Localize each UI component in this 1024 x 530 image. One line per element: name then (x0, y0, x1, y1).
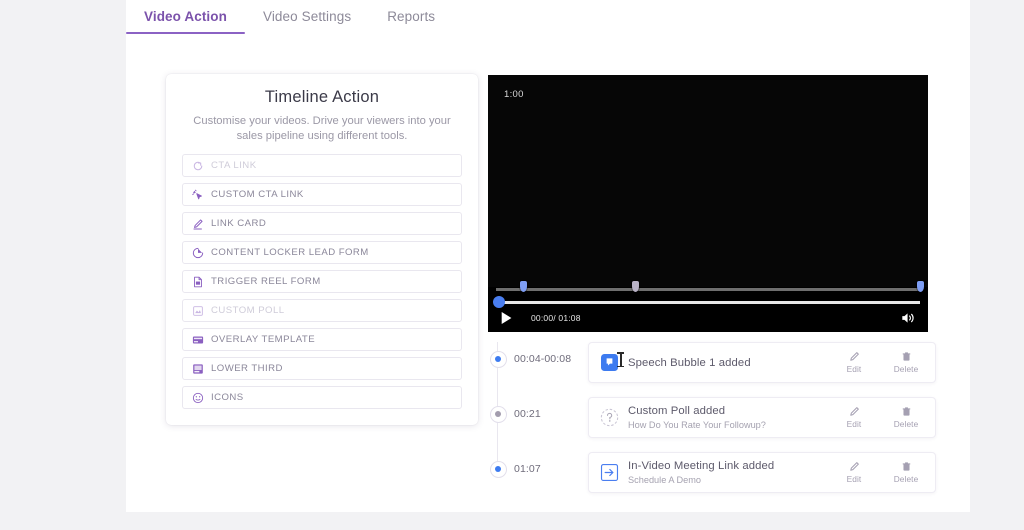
speech-bubble-icon (599, 353, 619, 373)
event-row: 01:07 In-Video Meeting Link added Schedu… (488, 446, 936, 501)
edit-button[interactable]: Edit (837, 406, 871, 429)
arrow-into-box-icon (599, 463, 619, 483)
delete-button[interactable]: Delete (889, 351, 923, 374)
tab-bar: Video Action Video Settings Reports (126, 0, 453, 34)
edit-label: Edit (846, 419, 862, 429)
edit-button[interactable]: Edit (837, 461, 871, 484)
pencil-icon (849, 461, 860, 472)
timeline-marker[interactable] (916, 281, 924, 292)
event-text: Custom Poll added How Do You Rate Your F… (628, 404, 837, 432)
timeline-marker[interactable] (520, 281, 528, 292)
volume-on-icon[interactable] (901, 311, 916, 325)
event-actions: Edit Delete (837, 406, 923, 429)
action-tool-list: CTA LINK CUSTOM CTA LINK LINK CARD CONTE… (182, 154, 462, 409)
trigger-reel-icon (192, 276, 204, 288)
event-subtitle: How Do You Rate Your Followup? (628, 419, 766, 430)
action-item-label: CUSTOM CTA LINK (211, 189, 304, 200)
action-item-lower-third[interactable]: LOWER THIRD (182, 357, 462, 380)
content-locker-icon (192, 247, 204, 259)
timeline-action-card: Timeline Action Customise your videos. D… (166, 74, 478, 425)
event-marker-dot[interactable] (488, 404, 508, 424)
custom-poll-icon (192, 305, 204, 317)
link-card-icon (192, 218, 204, 230)
marker-rail (496, 288, 920, 291)
action-item-icons[interactable]: ICONS (182, 386, 462, 409)
event-time: 00:04-00:08 (514, 353, 572, 365)
video-stage[interactable]: 1:00 (488, 75, 928, 287)
action-item-cta-link[interactable]: CTA LINK (182, 154, 462, 177)
content-panel: Video Action Video Settings Reports Time… (126, 0, 970, 512)
player-controls: 00:00/ 01:08 (488, 304, 928, 332)
event-title: In-Video Meeting Link added (628, 459, 775, 472)
event-actions: Edit Delete (837, 351, 923, 374)
timeline-action-subtitle: Customise your videos. Drive your viewer… (193, 115, 451, 142)
delete-button[interactable]: Delete (889, 406, 923, 429)
delete-button[interactable]: Delete (889, 461, 923, 484)
marker-track (488, 281, 928, 295)
action-item-link-card[interactable]: LINK CARD (182, 212, 462, 235)
icons-icon (192, 392, 204, 404)
action-item-label: ICONS (211, 392, 244, 403)
event-time: 01:07 (514, 463, 541, 475)
event-subtitle: Schedule A Demo (628, 474, 702, 485)
event-row: 00:04-00:08 Speech Bubble 1 added Edit D… (488, 336, 936, 391)
cta-link-icon (192, 160, 204, 172)
action-item-label: CUSTOM POLL (211, 305, 285, 316)
overlay-template-icon (192, 334, 204, 346)
action-item-label: CTA LINK (211, 160, 257, 171)
action-item-custom-poll[interactable]: CUSTOM POLL (182, 299, 462, 322)
custom-cta-link-icon (192, 189, 204, 201)
pencil-icon (849, 351, 860, 362)
trash-icon (901, 406, 912, 417)
event-marker-dot[interactable] (488, 349, 508, 369)
edit-label: Edit (846, 474, 862, 484)
event-text: In-Video Meeting Link added Schedule A D… (628, 459, 837, 487)
player-time-label: 00:00/ 01:08 (531, 313, 581, 323)
question-mark-icon (599, 408, 619, 428)
event-card[interactable]: Custom Poll added How Do You Rate Your F… (588, 397, 936, 438)
event-card[interactable]: In-Video Meeting Link added Schedule A D… (588, 452, 936, 493)
action-item-label: OVERLAY TEMPLATE (211, 334, 316, 345)
delete-label: Delete (893, 419, 919, 429)
video-overlay-timestamp: 1:00 (504, 89, 524, 100)
event-title: Custom Poll added (628, 404, 726, 417)
pencil-icon (849, 406, 860, 417)
play-icon[interactable] (500, 311, 513, 325)
action-item-label: TRIGGER REEL FORM (211, 276, 321, 287)
trash-icon (901, 461, 912, 472)
event-actions: Edit Delete (837, 461, 923, 484)
edit-button[interactable]: Edit (837, 351, 871, 374)
action-item-content-locker-lead-form[interactable]: CONTENT LOCKER LEAD FORM (182, 241, 462, 264)
action-item-label: LOWER THIRD (211, 363, 283, 374)
event-marker-dot[interactable] (488, 459, 508, 479)
lower-third-icon (192, 363, 204, 375)
action-item-label: LINK CARD (211, 218, 267, 229)
event-text: Speech Bubble 1 added (628, 356, 837, 370)
edit-label: Edit (846, 364, 862, 374)
event-timeline-list: 00:04-00:08 Speech Bubble 1 added Edit D… (488, 336, 936, 501)
action-item-custom-cta-link[interactable]: CUSTOM CTA LINK (182, 183, 462, 206)
delete-label: Delete (893, 474, 919, 484)
action-item-label: CONTENT LOCKER LEAD FORM (211, 247, 369, 258)
timeline-action-title: Timeline Action (264, 88, 380, 106)
event-row: 00:21 Custom Poll added How Do You Rate … (488, 391, 936, 446)
event-time: 00:21 (514, 408, 541, 420)
delete-label: Delete (893, 364, 919, 374)
video-player[interactable]: 1:00 00:00/ 01:08 (488, 75, 928, 332)
tab-reports[interactable]: Reports (369, 0, 453, 34)
event-card[interactable]: Speech Bubble 1 added Edit Delete (588, 342, 936, 383)
trash-icon (901, 351, 912, 362)
tab-video-action[interactable]: Video Action (126, 0, 245, 34)
action-item-overlay-template[interactable]: OVERLAY TEMPLATE (182, 328, 462, 351)
app-root: Video Action Video Settings Reports Time… (0, 0, 1024, 530)
action-item-trigger-reel-form[interactable]: TRIGGER REEL FORM (182, 270, 462, 293)
event-title: Speech Bubble 1 added (628, 356, 751, 369)
tab-video-settings[interactable]: Video Settings (245, 0, 369, 34)
